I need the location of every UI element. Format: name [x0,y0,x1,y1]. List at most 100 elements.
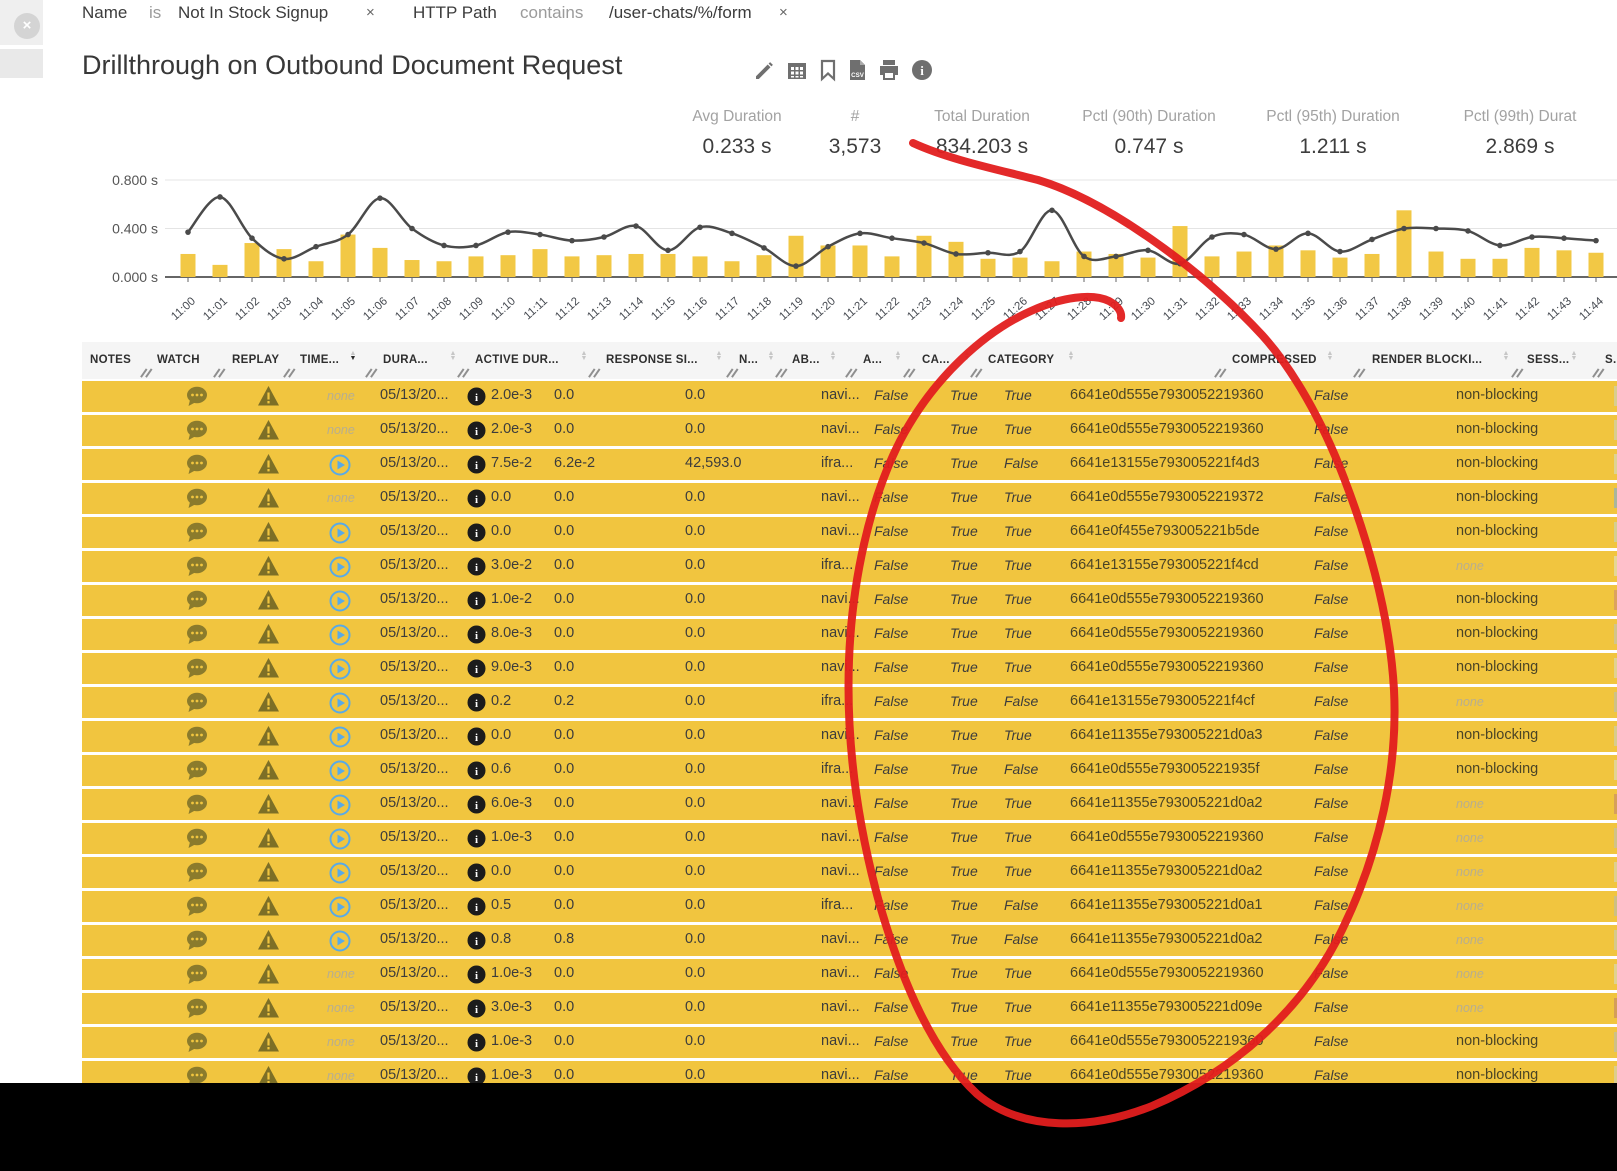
duration-info-icon[interactable]: i [467,489,486,508]
watch-warning-icon[interactable] [257,589,280,611]
notes-comment-icon[interactable] [185,487,209,510]
bar-11:41[interactable] [1493,259,1508,277]
sort-chevrons-icon[interactable]: ▲▼ [962,351,972,361]
replay-play-icon[interactable] [329,658,351,680]
column-header-sess[interactable]: SESS... [1527,354,1569,366]
bar-11:03[interactable] [277,249,292,277]
replay-play-icon[interactable] [329,692,351,714]
bar-11:19[interactable] [789,236,804,277]
duration-info-icon[interactable]: i [467,863,486,882]
column-header-a[interactable]: A... [863,354,882,366]
bar-11:26[interactable] [1013,258,1028,277]
duration-info-icon[interactable]: i [467,523,486,542]
duration-info-icon[interactable]: i [467,387,486,406]
filter-remove-icon[interactable]: × [779,4,788,21]
print-icon[interactable] [877,58,901,82]
duration-info-icon[interactable]: i [467,1033,486,1052]
table-row-19[interactable]: none 05/13/20... i 3.0e-3 0.0 0.0 navi..… [82,993,1617,1024]
column-resize-grip[interactable] [906,368,917,377]
bar-11:28[interactable] [1077,252,1092,277]
table-row-18[interactable]: none 05/13/20... i 1.0e-3 0.0 0.0 navi..… [82,959,1617,990]
column-resize-grip[interactable] [1595,368,1606,377]
replay-play-icon[interactable] [329,760,351,782]
calendar-icon[interactable] [785,58,809,82]
table-row-17[interactable]: 05/13/20... i 0.8 0.8 0.0 navi... False … [82,925,1617,956]
column-header-active-dur[interactable]: ACTIVE DUR... [475,354,559,366]
duration-info-icon[interactable]: i [467,625,486,644]
bar-11:21[interactable] [853,245,868,277]
sort-chevrons-icon[interactable]: ▲▼ [766,351,776,361]
notes-comment-icon[interactable] [185,1031,209,1054]
replay-play-icon[interactable] [329,454,351,476]
notes-comment-icon[interactable] [185,827,209,850]
table-row-11[interactable]: 05/13/20... i 0.0 0.0 0.0 navi... False … [82,721,1617,752]
bar-11:38[interactable] [1397,210,1412,277]
column-header-compressed[interactable]: COMPRESSED [1232,354,1317,366]
column-header-ca[interactable]: CA... [922,354,950,366]
sort-chevrons-icon[interactable]: ▲▼ [1501,351,1511,361]
filter-remove-icon[interactable]: × [366,4,375,21]
column-resize-grip[interactable] [848,368,859,377]
watch-warning-icon[interactable] [257,691,280,713]
column-resize-grip[interactable] [1217,368,1228,377]
bar-11:20[interactable] [821,245,836,277]
duration-info-icon[interactable]: i [467,965,486,984]
watch-warning-icon[interactable] [257,419,280,441]
bar-11:31[interactable] [1173,226,1188,277]
table-row-7[interactable]: 05/13/20... i 1.0e-2 0.0 0.0 navi... Fal… [82,585,1617,616]
bar-11:01[interactable] [213,265,228,277]
column-resize-grip[interactable] [368,368,379,377]
replay-play-icon[interactable] [329,930,351,952]
replay-play-icon[interactable] [329,522,351,544]
chart-bars[interactable] [181,210,1604,277]
watch-warning-icon[interactable] [257,725,280,747]
watch-warning-icon[interactable] [257,793,280,815]
duration-info-icon[interactable]: i [467,829,486,848]
export-csv-icon[interactable]: CSV [845,58,869,82]
duration-info-icon[interactable]: i [467,931,486,950]
bar-11:29[interactable] [1109,254,1124,277]
duration-info-icon[interactable]: i [467,659,486,678]
sort-chevrons-icon[interactable]: ▲▼ [448,351,458,361]
bar-11:23[interactable] [917,236,932,277]
duration-info-icon[interactable]: i [467,761,486,780]
notes-comment-icon[interactable] [185,861,209,884]
notes-comment-icon[interactable] [185,929,209,952]
watch-warning-icon[interactable] [257,759,280,781]
table-row-6[interactable]: 05/13/20... i 3.0e-2 0.0 0.0 ifra... Fal… [82,551,1617,582]
sort-chevrons-icon[interactable]: ▲▼ [348,351,358,361]
bar-11:18[interactable] [757,255,772,277]
column-resize-grip[interactable] [143,368,154,377]
sort-chevrons-icon[interactable]: ▲▼ [893,351,903,361]
column-header-watch[interactable]: WATCH [157,354,200,366]
watch-warning-icon[interactable] [257,997,280,1019]
bar-11:36[interactable] [1333,258,1348,277]
notes-comment-icon[interactable] [185,521,209,544]
replay-play-icon[interactable] [329,624,351,646]
bar-11:00[interactable] [181,254,196,277]
watch-warning-icon[interactable] [257,453,280,475]
bar-11:07[interactable] [405,260,420,277]
bar-11:35[interactable] [1301,250,1316,277]
table-row-15[interactable]: 05/13/20... i 0.0 0.0 0.0 navi... False … [82,857,1617,888]
bar-11:02[interactable] [245,243,260,277]
column-resize-grip[interactable] [216,368,227,377]
table-row-9[interactable]: 05/13/20... i 9.0e-3 0.0 0.0 navi... Fal… [82,653,1617,684]
table-row-8[interactable]: 05/13/20... i 8.0e-3 0.0 0.0 navi... Fal… [82,619,1617,650]
replay-play-icon[interactable] [329,726,351,748]
sort-chevrons-icon[interactable]: ▲▼ [714,351,724,361]
watch-warning-icon[interactable] [257,895,280,917]
bar-11:42[interactable] [1525,248,1540,277]
column-resize-grip[interactable] [286,368,297,377]
notes-comment-icon[interactable] [185,895,209,918]
column-header-s[interactable]: S... [1605,354,1617,366]
edit-pencil-icon[interactable] [753,58,777,82]
watch-warning-icon[interactable] [257,963,280,985]
notes-comment-icon[interactable] [185,963,209,986]
bar-11:10[interactable] [501,255,516,277]
column-header-n[interactable]: N... [739,354,758,366]
column-header-category[interactable]: CATEGORY [988,354,1054,366]
notes-comment-icon[interactable] [185,657,209,680]
table-row-14[interactable]: 05/13/20... i 1.0e-3 0.0 0.0 navi... Fal… [82,823,1617,854]
bar-11:09[interactable] [469,256,484,277]
